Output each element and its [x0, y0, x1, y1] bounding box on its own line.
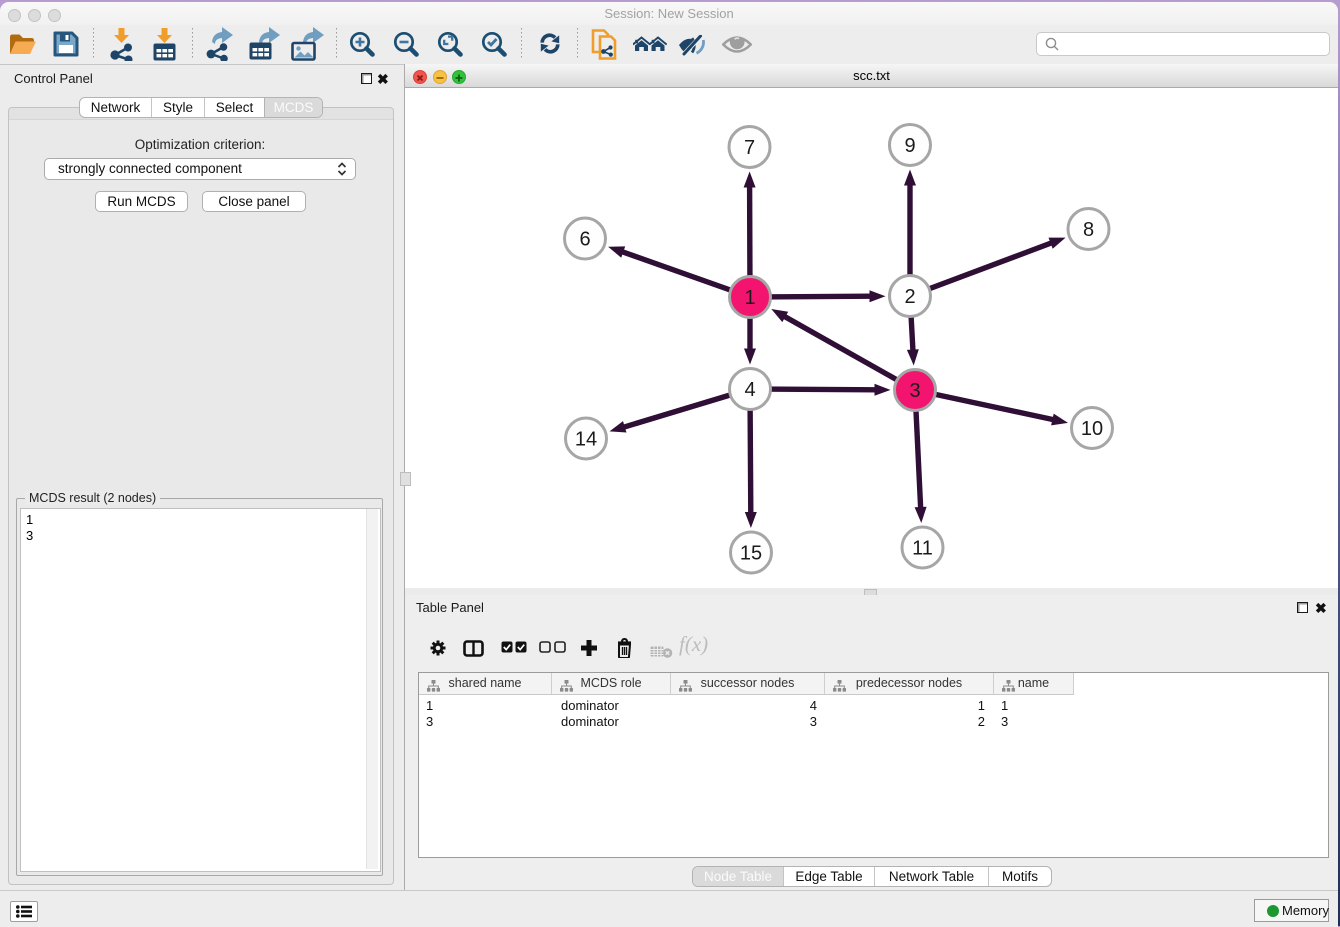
- svg-text:10: 10: [1081, 418, 1103, 440]
- svg-text:6: 6: [579, 229, 590, 251]
- svg-text:1: 1: [744, 287, 755, 309]
- svg-text:14: 14: [575, 429, 597, 451]
- svg-text:7: 7: [744, 137, 755, 159]
- svg-text:2: 2: [904, 286, 915, 308]
- svg-text:8: 8: [1083, 219, 1094, 241]
- svg-text:9: 9: [904, 135, 915, 157]
- svg-text:3: 3: [909, 380, 920, 402]
- svg-text:4: 4: [744, 379, 755, 401]
- svg-text:15: 15: [740, 543, 762, 565]
- svg-text:11: 11: [912, 538, 933, 560]
